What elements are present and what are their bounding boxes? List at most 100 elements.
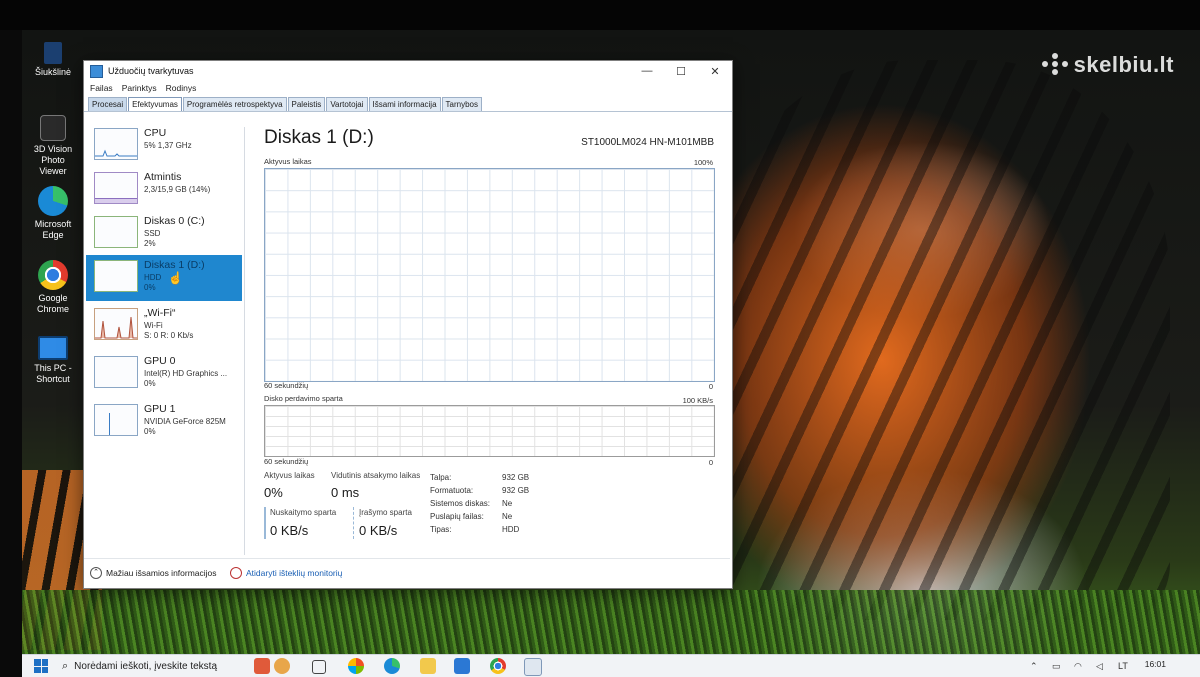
sidebar-item-disk-0[interactable]: Diskas 0 (C:) SSD 2% — [86, 211, 242, 257]
wallpaper-tiger — [700, 60, 1170, 620]
formatted-value: 932 GB — [502, 486, 530, 495]
tab-app-history[interactable]: Programėlės retrospektyva — [182, 97, 287, 111]
taskbar-app-icon[interactable] — [274, 658, 290, 674]
desktop-icon-label: This PC - Shortcut — [34, 363, 72, 384]
chevron-up-icon: ⌃ — [90, 567, 102, 579]
mouse-cursor-icon: ☝ — [168, 271, 183, 285]
sidebar-item-label: GPU 0 — [144, 355, 176, 367]
recycle-bin-icon — [44, 42, 62, 64]
tab-startup[interactable]: Paleistis — [287, 97, 326, 111]
graph2-max: 100 KB/s — [682, 396, 713, 405]
write-speed-bar — [353, 507, 356, 539]
sidebar-item-label: „Wi-Fi“ — [144, 307, 176, 319]
task-view-icon[interactable] — [312, 660, 326, 674]
watermark-logo-icon — [1041, 53, 1068, 75]
open-resource-monitor-link[interactable]: Atidaryti išteklių monitorių — [230, 567, 342, 579]
file-explorer-icon[interactable] — [420, 658, 436, 674]
sidebar-item-cpu[interactable]: CPU 5% 1,37 GHz — [86, 123, 242, 169]
sidebar-item-type: SSD — [144, 229, 161, 238]
menu-file[interactable]: Failas — [90, 83, 113, 93]
sidebar-item-gpu-1[interactable]: GPU 1 NVIDIA GeForce 825M 0% — [86, 399, 242, 445]
close-button[interactable]: ✕ — [698, 65, 732, 78]
tab-users[interactable]: Vartotojai — [326, 97, 368, 111]
store-icon[interactable] — [454, 658, 470, 674]
desktop-icon-edge[interactable]: Microsoft Edge — [30, 186, 76, 241]
sidebar-item-label: GPU 1 — [144, 403, 176, 415]
edge-taskbar-icon[interactable] — [384, 658, 400, 674]
desktop-icon-recycle-bin[interactable]: Šiukšlinė — [30, 42, 76, 78]
widgets-icon[interactable] — [348, 658, 364, 674]
tab-details[interactable]: Išsami informacija — [368, 97, 441, 111]
capacity-label: Talpa: — [430, 473, 452, 482]
tab-bar: Procesai Efektyvumas Programėlės retrosp… — [84, 95, 732, 112]
cpu-mini-graph — [94, 128, 138, 160]
gpu-0-mini-graph — [94, 356, 138, 388]
page-file-label: Puslapių failas: — [430, 512, 484, 521]
sidebar-item-label: Atmintis — [144, 171, 182, 183]
sidebar-item-wifi[interactable]: „Wi-Fi“ Wi-Fi S: 0 R: 0 Kb/s — [86, 303, 242, 349]
type-value: HDD — [502, 525, 520, 534]
wifi-icon[interactable]: ◠ — [1074, 661, 1084, 671]
sidebar-item-gpu-0[interactable]: GPU 0 Intel(R) HD Graphics ... 0% — [86, 351, 242, 397]
battery-icon[interactable]: ▭ — [1052, 661, 1062, 671]
system-disk-label: Sistemos diskas: — [430, 499, 491, 508]
response-time-value: 0 ms — [331, 485, 360, 500]
sidebar-item-label: CPU — [144, 127, 167, 139]
graph1-label: Aktyvus laikas — [264, 157, 312, 166]
volume-icon[interactable]: ◁ — [1096, 661, 1106, 671]
3d-vision-icon — [40, 115, 66, 141]
write-speed-value: 0 KB/s — [359, 523, 398, 538]
capacity-value: 932 GB — [502, 473, 530, 482]
sidebar-item-disk-1[interactable]: Diskas 1 (D:) HDD 0% ☝ — [86, 255, 242, 301]
menu-view[interactable]: Rodinys — [166, 83, 197, 93]
clock[interactable]: 16:01 — [1145, 659, 1166, 669]
sidebar-item-memory[interactable]: Atmintis 2,3/15,9 GB (14%) — [86, 167, 242, 213]
desktop-icon-chrome[interactable]: Google Chrome — [30, 260, 76, 315]
this-pc-icon — [38, 336, 68, 360]
disk-detail-panel: Diskas 1 (D:) ST1000LM024 HN-M101MBB Akt… — [254, 123, 724, 563]
task-manager-icon — [90, 64, 103, 78]
taskbar-search[interactable]: ⌕ Norėdami ieškoti, įveskite tekstą — [62, 657, 248, 675]
fewer-details-button[interactable]: ⌃ Mažiau išsamios informacijos — [90, 567, 217, 579]
sidebar-item-label: Diskas 1 (D:) — [144, 259, 205, 271]
start-button[interactable] — [34, 659, 48, 673]
graph1-time: 60 sekundžių — [264, 381, 309, 390]
sidebar-item-detail: 2,3/15,9 GB (14%) — [144, 185, 211, 194]
sidebar-item-type: HDD — [144, 273, 162, 282]
memory-mini-graph — [94, 172, 138, 204]
chevron-up-icon[interactable]: ⌃ — [1030, 661, 1040, 671]
task-manager-taskbar-icon[interactable] — [524, 658, 542, 676]
menu-options[interactable]: Parinktys — [122, 83, 157, 93]
page-title: Diskas 1 (D:) — [264, 127, 374, 148]
photo-top-border — [0, 0, 1200, 30]
taskbar-app-icon[interactable] — [254, 658, 270, 674]
fewer-details-label: Mažiau išsamios informacijos — [106, 568, 217, 578]
chrome-icon — [38, 260, 68, 290]
watermark-text: skelbiu.lt — [1073, 52, 1174, 77]
title-bar[interactable]: Užduočių tvarkytuvas — ☐ ✕ — [84, 61, 732, 81]
chrome-taskbar-icon[interactable] — [490, 658, 506, 674]
minimize-button[interactable]: — — [630, 65, 664, 77]
disk-model: ST1000LM024 HN-M101MBB — [581, 137, 714, 148]
sidebar-item-model: NVIDIA GeForce 825M — [144, 417, 226, 426]
maximize-button[interactable]: ☐ — [664, 65, 698, 78]
system-disk-value: Ne — [502, 499, 513, 508]
write-speed-label: Įrašymo sparta — [359, 508, 412, 517]
windows-logo-icon — [34, 659, 41, 666]
type-label: Tipas: — [430, 525, 452, 534]
window-footer: ⌃ Mažiau išsamios informacijos Atidaryti… — [84, 558, 730, 587]
desktop-icon-label: Google Chrome — [36, 293, 69, 314]
disk-0-mini-graph — [94, 216, 138, 248]
search-icon: ⌕ — [62, 659, 69, 672]
sidebar-item-label: Diskas 0 (C:) — [144, 215, 205, 227]
task-manager-window: Užduočių tvarkytuvas — ☐ ✕ Failas Parink… — [83, 60, 733, 589]
cpu-mini-graph-line — [95, 149, 137, 157]
graph2-time: 60 sekundžių — [264, 457, 309, 466]
tab-services[interactable]: Tarnybos — [441, 97, 482, 111]
desktop-icon-this-pc[interactable]: This PC - Shortcut — [30, 336, 76, 385]
desktop-icon-3d-vision[interactable]: 3D Vision Photo Viewer — [30, 115, 76, 177]
language-indicator[interactable]: LT — [1118, 661, 1132, 671]
tab-processes[interactable]: Procesai — [88, 97, 128, 111]
tab-performance[interactable]: Efektyvumas — [128, 97, 182, 111]
graph1-min: 0 — [708, 382, 713, 391]
